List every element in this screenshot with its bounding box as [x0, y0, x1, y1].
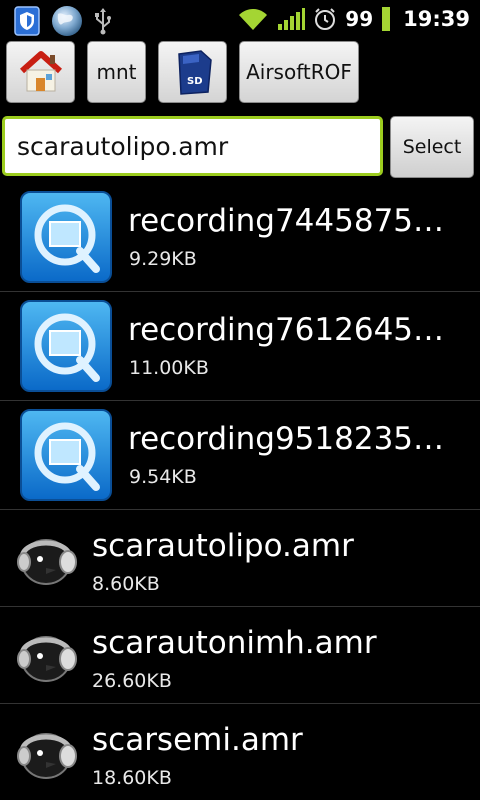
usb-icon [95, 8, 111, 35]
path-breadcrumb: mnt SD AirsoftROF [0, 38, 480, 110]
file-name: scarautonimh.amr [92, 625, 377, 661]
file-list-item[interactable]: scarautonimh.amr 26.60KB [0, 607, 480, 704]
image-file-icon [20, 191, 112, 283]
crumb-airsoftrof-button[interactable]: AirsoftROF [239, 41, 359, 103]
image-file-icon [20, 409, 112, 501]
file-list-item[interactable]: scarautolipo.amr 8.60KB [0, 510, 480, 607]
crumb-airsoftrof-label: AirsoftROF [246, 60, 352, 84]
file-size: 18.60KB [92, 767, 172, 789]
globe-icon [52, 6, 82, 36]
audio-file-icon [17, 539, 77, 585]
signal-icon [278, 8, 306, 30]
home-button[interactable] [6, 41, 75, 103]
audio-file-icon [17, 636, 77, 682]
svg-text:SD: SD [187, 76, 203, 87]
filename-bar: scarautolipo.amr Select [0, 112, 480, 182]
file-list: recording744587504... 9.29KB recording76… [0, 183, 480, 800]
file-size: 9.54KB [129, 466, 197, 488]
crumb-mnt-button[interactable]: mnt [87, 41, 146, 103]
select-button[interactable]: Select [390, 116, 474, 178]
battery-icon [382, 7, 391, 31]
crumb-sdcard-button[interactable]: SD [158, 41, 227, 103]
select-button-label: Select [402, 136, 462, 158]
file-name: scarsemi.amr [92, 722, 303, 758]
file-size: 9.29KB [129, 248, 197, 270]
file-size: 11.00KB [129, 357, 209, 379]
file-list-item[interactable]: scarsemi.amr 18.60KB [0, 704, 480, 800]
file-list-item[interactable]: recording744587504... 9.29KB [0, 183, 480, 292]
file-list-item[interactable]: recording761264501... 11.00KB [0, 292, 480, 401]
home-icon [19, 51, 62, 92]
file-size: 26.60KB [92, 670, 172, 692]
file-name: recording744587504... [128, 203, 462, 239]
file-list-item[interactable]: recording951823522... 9.54KB [0, 401, 480, 510]
clock-time: 19:39 [403, 7, 470, 31]
status-icons-left [14, 4, 112, 38]
sd-card-icon: SD [177, 50, 212, 95]
audio-file-icon [17, 733, 77, 779]
file-name: scarautolipo.amr [92, 528, 354, 564]
crumb-mnt-label: mnt [96, 60, 137, 84]
file-name: recording761264501... [128, 312, 462, 348]
wifi-icon [239, 9, 268, 30]
image-file-icon [20, 300, 112, 392]
filename-input-value: scarautolipo.amr [17, 131, 229, 161]
file-size: 8.60KB [92, 573, 160, 595]
battery-level-text: 99 [345, 7, 374, 31]
shield-icon [14, 6, 40, 36]
file-name: recording951823522... [128, 421, 462, 457]
status-icons-right: 99 19:39 [237, 4, 470, 34]
alarm-icon [315, 8, 336, 30]
filename-input[interactable]: scarautolipo.amr [2, 116, 383, 176]
status-bar: 99 19:39 [0, 0, 480, 38]
